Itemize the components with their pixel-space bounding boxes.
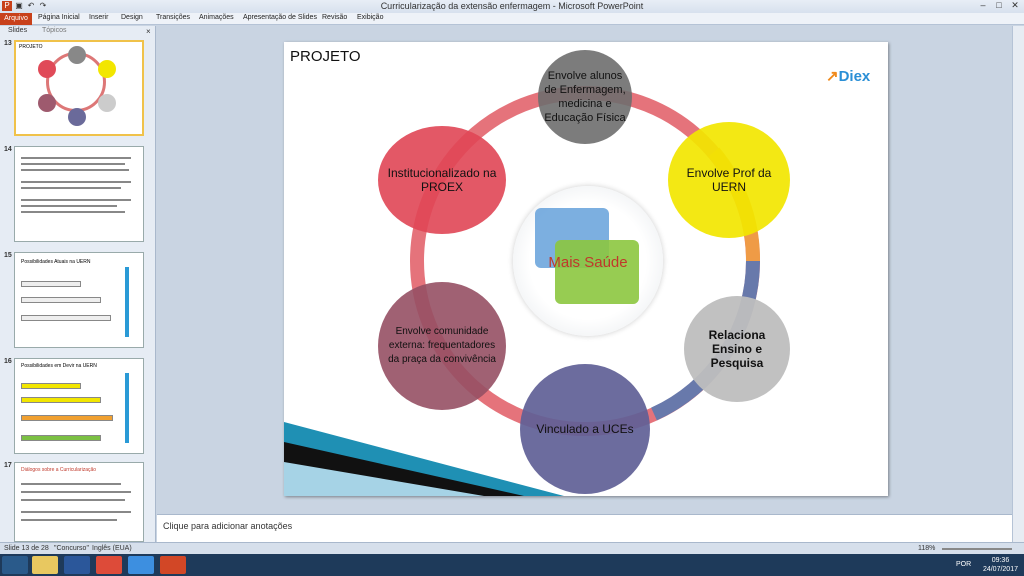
center-hub[interactable]: Mais Saúde xyxy=(513,186,663,336)
tab-slides[interactable]: Slides xyxy=(8,27,27,37)
ribbon-tabs: Arquivo Página Inicial Inserir Design Tr… xyxy=(0,13,1024,25)
status-bar: Slide 13 de 28 "Concurso" Inglês (EUA) 1… xyxy=(0,542,1024,554)
panel-close-icon[interactable]: × xyxy=(146,27,151,36)
file-explorer-icon[interactable] xyxy=(32,556,58,574)
tab-apresentacao[interactable]: Apresentação de Slides xyxy=(243,14,317,21)
status-language[interactable]: Inglês (EUA) xyxy=(92,545,132,552)
tab-animacoes[interactable]: Animações xyxy=(199,14,234,21)
zoom-slider[interactable] xyxy=(942,548,1012,550)
tab-arquivo[interactable]: Arquivo xyxy=(0,13,32,25)
node-institucionalizado[interactable]: Institucionalizado na PROEX xyxy=(378,126,506,234)
minimize-icon[interactable]: – xyxy=(976,0,990,11)
tab-transicoes[interactable]: Transições xyxy=(156,14,190,21)
powerpoint-taskbar-icon[interactable] xyxy=(160,556,186,574)
close-icon[interactable]: ✕ xyxy=(1008,0,1022,11)
node-relaciona-ensino[interactable]: Relaciona Ensino e Pesquisa xyxy=(684,296,790,402)
node-comunidade-externa[interactable]: Envolve comunidade externa: frequentador… xyxy=(378,282,506,410)
window-title: Curricularização da extensão enfermagem … xyxy=(380,1,644,11)
tab-pagina-inicial[interactable]: Página Inicial xyxy=(38,14,80,21)
start-icon[interactable] xyxy=(2,556,28,574)
center-label: Mais Saúde xyxy=(548,254,628,271)
input-language[interactable]: POR xyxy=(956,561,971,568)
zoom-level[interactable]: 118% xyxy=(918,545,935,552)
status-slide-count: Slide 13 de 28 xyxy=(4,545,49,552)
tab-topicos[interactable]: Tópicos xyxy=(42,27,67,37)
dropbox-icon[interactable] xyxy=(128,556,154,574)
vertical-scrollbar[interactable] xyxy=(1012,26,1024,542)
chrome-icon[interactable] xyxy=(96,556,122,574)
tab-exibicao[interactable]: Exibição xyxy=(357,14,383,21)
word-icon[interactable] xyxy=(64,556,90,574)
node-envolve-alunos[interactable]: Envolve alunos de Enfermagem, medicina e… xyxy=(538,50,632,144)
tab-inserir[interactable]: Inserir xyxy=(89,14,108,21)
slide-editor: PROJETO ↗Diex Mais Saúde Envolve alunos … xyxy=(157,26,1012,514)
node-vinculado-uces[interactable]: Vinculado a UCEs xyxy=(520,364,650,494)
taskbar: POR 09:36 24/07/2017 xyxy=(0,554,1024,576)
chat-bubble-icon xyxy=(555,240,639,304)
status-theme: "Concurso" xyxy=(54,545,89,552)
clock[interactable]: 09:36 24/07/2017 xyxy=(983,556,1018,574)
notes-pane[interactable]: Clique para adicionar anotações xyxy=(157,514,1012,542)
slide[interactable]: PROJETO ↗Diex Mais Saúde Envolve alunos … xyxy=(284,42,888,496)
tab-design[interactable]: Design xyxy=(121,14,143,21)
tab-revisao[interactable]: Revisão xyxy=(322,14,347,21)
maximize-icon[interactable]: □ xyxy=(992,0,1006,11)
title-bar: P ▣ ↶ ↷ Curricularização da extensão enf… xyxy=(0,0,1024,13)
notes-placeholder: Clique para adicionar anotações xyxy=(163,521,293,531)
node-envolve-prof[interactable]: Envolve Prof da UERN xyxy=(668,122,790,238)
slides-panel: Slides Tópicos × 13 PROJETO 14 15 Possib… xyxy=(0,26,156,542)
